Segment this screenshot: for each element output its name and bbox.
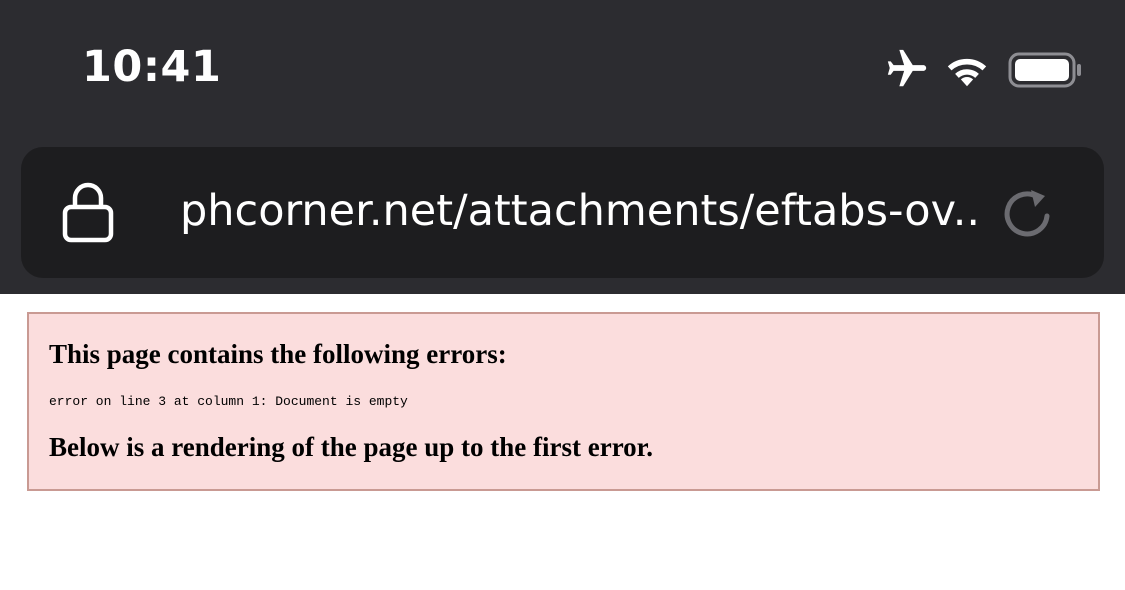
error-footer: Below is a rendering of the page up to t… <box>49 432 653 462</box>
wifi-icon <box>947 58 987 87</box>
error-heading: This page contains the following errors: <box>49 339 507 369</box>
battery-icon <box>1008 52 1081 88</box>
lock-icon <box>62 182 114 243</box>
status-time: 10:41 <box>82 42 222 92</box>
url-text[interactable]: phcorner.net/attachments/eftabs-ov... <box>180 186 980 236</box>
airplane-icon <box>887 49 927 87</box>
error-message: error on line 3 at column 1: Document is… <box>49 394 408 409</box>
reload-icon[interactable] <box>998 184 1058 244</box>
error-box: This page contains the following errors:… <box>27 312 1100 491</box>
browser-chrome: 10:41 phcorner.net/attachments/eftabs-ov… <box>0 0 1125 294</box>
